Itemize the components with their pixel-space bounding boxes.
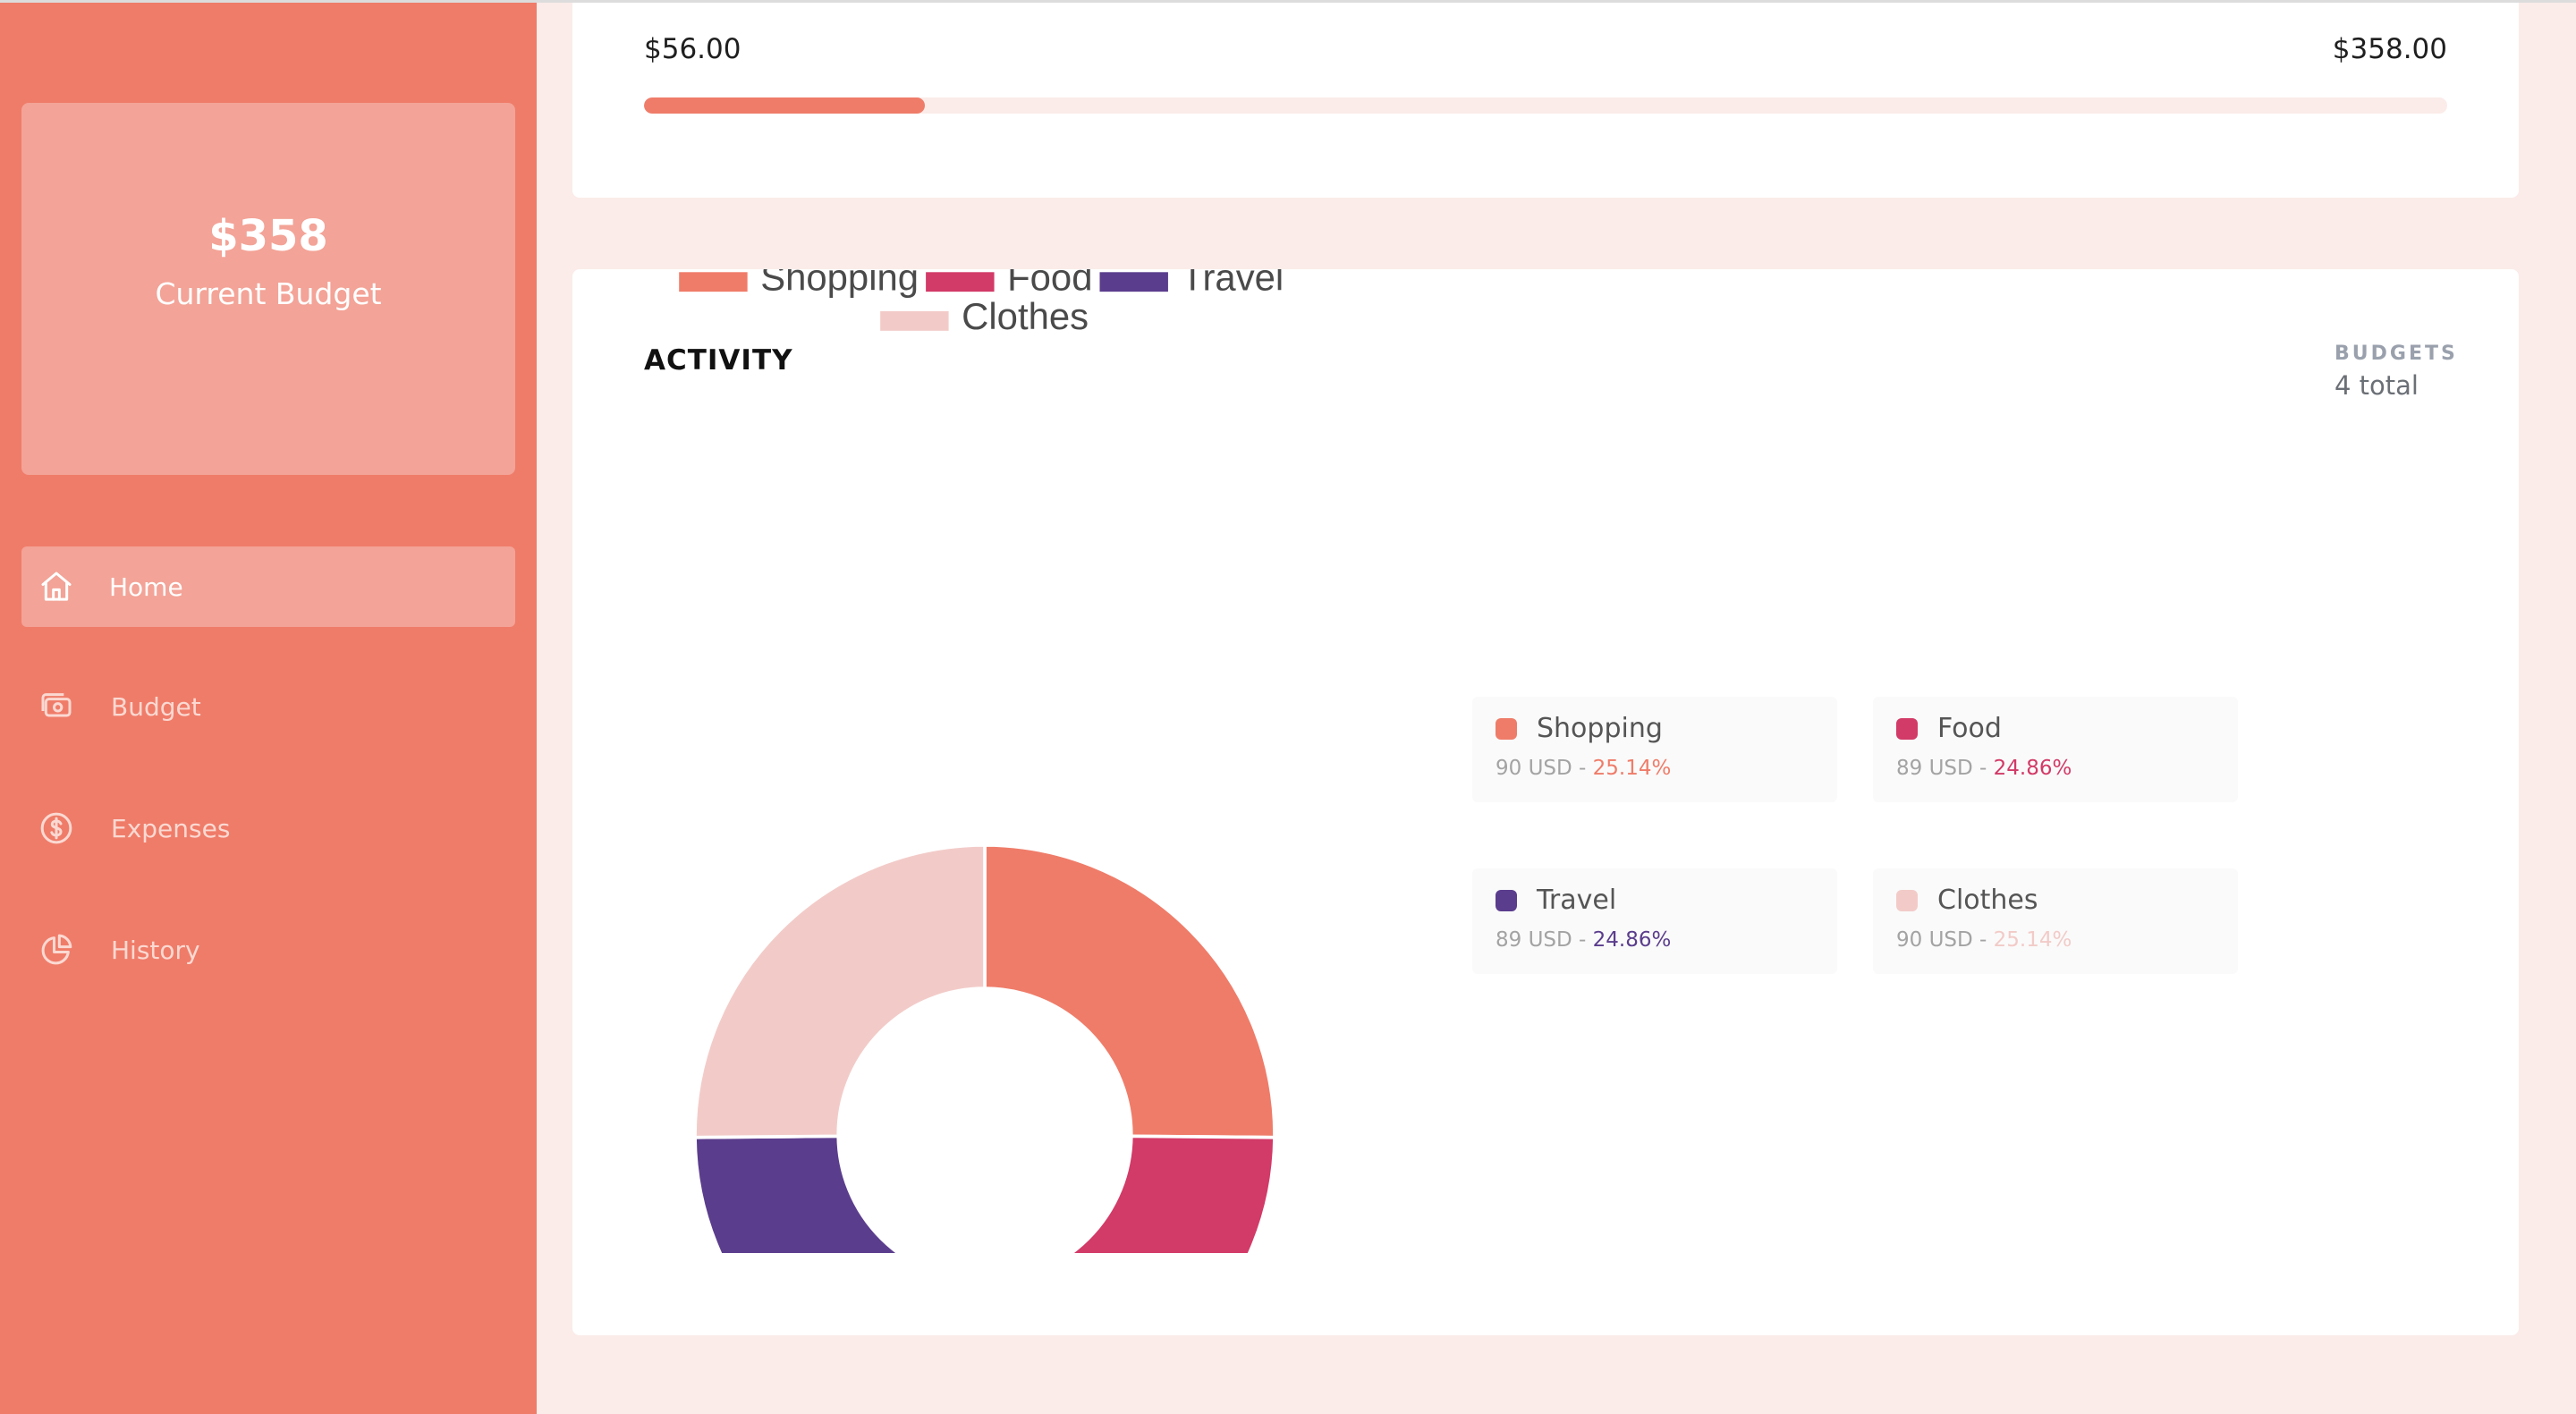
donut-slice-food[interactable]	[985, 1134, 1276, 1253]
spent-amount: $56.00	[644, 33, 741, 65]
budget-card-percent: 24.86%	[1993, 757, 2072, 780]
budget-card-usd: 89 USD -	[1496, 928, 1593, 952]
current-budget-label: Current Budget	[155, 275, 382, 311]
dollar-circle-icon	[38, 809, 75, 847]
sidebar-item-label: History	[111, 935, 200, 965]
legend-swatch-travel[interactable]	[1099, 272, 1168, 292]
current-budget-amount: $358	[208, 211, 328, 262]
budget-progress-fill	[644, 97, 926, 114]
legend-label-travel[interactable]: Travel	[1181, 269, 1284, 298]
donut-slice-travel[interactable]	[693, 1134, 985, 1253]
money-icon	[38, 688, 75, 725]
budget-card-usd: 89 USD -	[1896, 757, 1994, 780]
budget-card-name: Food	[1937, 713, 2002, 744]
budgets-label: BUDGETS	[2334, 343, 2458, 365]
sidebar-item-label: Expenses	[111, 813, 231, 843]
legend-label-clothes[interactable]: Clothes	[962, 295, 1089, 337]
budget-progress-panel: $56.00 $358.00	[572, 3, 2519, 198]
sidebar: $358 Current Budget Home Budget Expenses…	[0, 3, 537, 1414]
legend-swatch-shopping[interactable]	[679, 272, 748, 292]
sidebar-item-expenses[interactable]: Expenses	[21, 788, 515, 868]
activity-donut-chart: Shopping Food Travel Clothes	[679, 269, 1284, 1253]
budget-card-clothes[interactable]: Clothes 90 USD - 25.14%	[1873, 868, 2238, 974]
activity-panel: ACTIVITY BUDGETS 4 total Shopping Food Tra…	[572, 269, 2519, 1335]
sidebar-item-home[interactable]: Home	[21, 546, 515, 627]
color-swatch	[1896, 717, 1918, 740]
home-icon	[38, 568, 75, 605]
current-budget-card: $358 Current Budget	[21, 103, 515, 475]
pie-chart-icon	[38, 931, 75, 969]
sidebar-item-label: Home	[109, 572, 183, 602]
color-swatch	[1496, 889, 1517, 911]
budgets-count: 4 total	[2334, 370, 2419, 401]
budget-card-percent: 24.86%	[1592, 928, 1672, 952]
color-swatch	[1496, 717, 1517, 740]
donut-slice-shopping[interactable]	[983, 843, 1276, 1139]
budget-card-name: Clothes	[1937, 885, 2038, 916]
color-swatch	[1896, 889, 1918, 911]
legend-swatch-food[interactable]	[926, 272, 995, 292]
sidebar-item-budget[interactable]: Budget	[21, 666, 515, 747]
donut-slice-clothes[interactable]	[693, 843, 987, 1139]
total-amount: $358.00	[2332, 33, 2447, 65]
legend-swatch-clothes[interactable]	[880, 310, 949, 331]
budget-card-shopping[interactable]: Shopping 90 USD - 25.14%	[1472, 697, 1837, 802]
budget-card-usd: 90 USD -	[1496, 757, 1593, 780]
legend-label-food[interactable]: Food	[1007, 269, 1092, 298]
budget-card-name: Shopping	[1537, 713, 1663, 744]
budget-progress-bar	[644, 97, 2447, 114]
budget-card-percent: 25.14%	[1592, 757, 1672, 780]
budget-card-name: Travel	[1537, 885, 1617, 916]
budget-card-food[interactable]: Food 89 USD - 24.86%	[1873, 697, 2238, 802]
sidebar-item-label: Budget	[111, 691, 201, 722]
budget-card-usd: 90 USD -	[1896, 928, 1994, 952]
sidebar-item-history[interactable]: History	[21, 910, 515, 990]
legend-label-shopping[interactable]: Shopping	[760, 269, 919, 298]
budget-card-travel[interactable]: Travel 89 USD - 24.86%	[1472, 868, 1837, 974]
budget-card-percent: 25.14%	[1993, 928, 2072, 952]
